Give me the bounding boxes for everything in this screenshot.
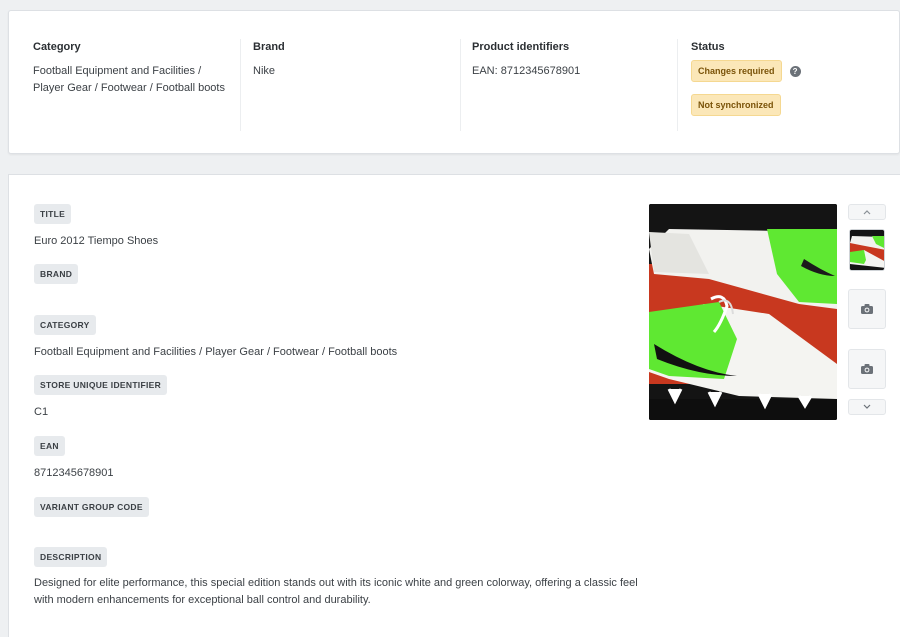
description-label: DESCRIPTION bbox=[34, 547, 108, 567]
changes-required-badge: Changes required bbox=[691, 60, 782, 82]
variant-group-code-label: VARIANT GROUP CODE bbox=[34, 497, 149, 517]
brand-heading: Brand bbox=[253, 41, 285, 53]
store-unique-identifier-value: C1 bbox=[34, 406, 49, 418]
thumbnail-placeholder[interactable] bbox=[848, 349, 886, 389]
identifiers-column: Product identifiers EAN: 8712345678901 bbox=[472, 41, 672, 80]
category-field-value: Football Equipment and Facilities / Play… bbox=[34, 346, 398, 358]
column-divider bbox=[240, 39, 241, 131]
question-circle-icon[interactable]: ? bbox=[789, 65, 801, 77]
category-value: Football Equipment and Facilities / Play… bbox=[33, 65, 225, 94]
not-synchronized-badge: Not synchronized bbox=[691, 94, 781, 116]
camera-icon bbox=[861, 304, 873, 314]
category-heading: Category bbox=[33, 41, 81, 53]
store-unique-identifier-label: STORE UNIQUE IDENTIFIER bbox=[34, 375, 168, 395]
column-divider bbox=[460, 39, 461, 131]
title-value: Euro 2012 Tiempo Shoes bbox=[34, 235, 159, 247]
ean-value: 8712345678901 bbox=[34, 467, 114, 479]
status-column: Status Changes required ? Not synchroniz… bbox=[691, 41, 881, 116]
product-image[interactable] bbox=[649, 204, 837, 420]
thumbnail-placeholder[interactable] bbox=[848, 289, 886, 329]
column-divider bbox=[677, 39, 678, 131]
category-column: Category Football Equipment and Faciliti… bbox=[33, 41, 233, 97]
thumbnail-scroll-down-button[interactable] bbox=[848, 399, 886, 415]
brand-column: Brand Nike bbox=[253, 41, 443, 80]
chevron-down-icon bbox=[863, 404, 871, 409]
brand-value: Nike bbox=[253, 65, 276, 77]
thumbnail-scroll-up-button[interactable] bbox=[848, 204, 886, 220]
product-summary-card: Category Football Equipment and Faciliti… bbox=[8, 10, 900, 154]
chevron-up-icon bbox=[863, 210, 871, 215]
description-value: Designed for elite performance, this spe… bbox=[34, 577, 638, 606]
ean-label: EAN bbox=[34, 436, 65, 456]
product-details-card: TITLE Euro 2012 Tiempo Shoes BRAND CATEG… bbox=[8, 174, 900, 637]
identifiers-heading: Product identifiers bbox=[472, 41, 570, 53]
brand-label: BRAND bbox=[34, 264, 79, 284]
ean-summary-value: EAN: 8712345678901 bbox=[472, 65, 581, 77]
football-boot-illustration bbox=[649, 204, 837, 420]
thumbnail-selected[interactable] bbox=[849, 229, 885, 271]
category-label: CATEGORY bbox=[34, 315, 96, 335]
status-heading: Status bbox=[691, 41, 725, 53]
title-label: TITLE bbox=[34, 204, 72, 224]
camera-icon bbox=[861, 364, 873, 374]
football-boot-thumbnail bbox=[850, 230, 884, 270]
